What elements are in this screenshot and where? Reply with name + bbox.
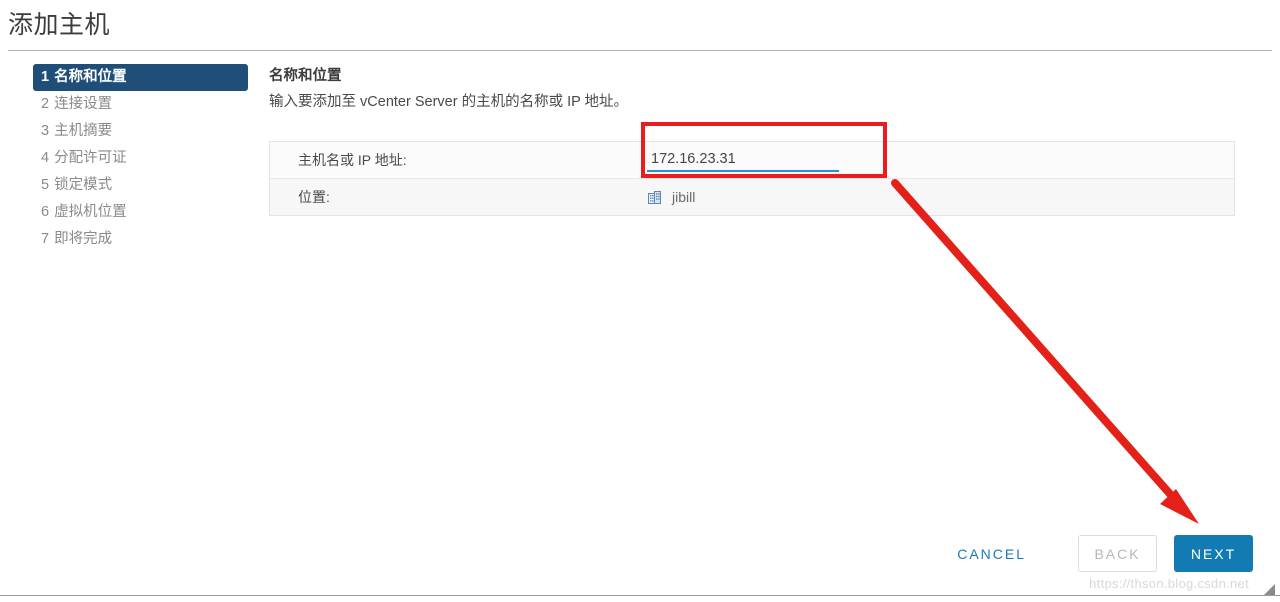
watermark-text: https://thson.blog.csdn.net	[1089, 576, 1249, 591]
location-value: jibill	[672, 189, 696, 205]
sidebar-item-host-summary[interactable]: 3 主机摘要	[33, 118, 248, 145]
location-value-cell: jibill	[405, 189, 1234, 205]
content-header: 名称和位置 输入要添加至 vCenter Server 的主机的名称或 IP 地…	[269, 66, 1236, 112]
back-button[interactable]: BACK	[1078, 535, 1157, 572]
hostname-input[interactable]	[647, 150, 839, 172]
step-label: 分配许可证	[54, 150, 127, 166]
content-title: 名称和位置	[269, 68, 342, 84]
hostname-label: 主机名或 IP 地址:	[298, 152, 407, 168]
location-label: 位置:	[298, 189, 330, 205]
next-button[interactable]: NEXT	[1174, 535, 1253, 572]
sidebar-item-assign-license[interactable]: 4 分配许可证	[33, 145, 248, 172]
sidebar-item-name-and-location[interactable]: 1 名称和位置	[33, 64, 248, 91]
form-row-hostname: 主机名或 IP 地址:	[270, 142, 1234, 179]
wizard-step-list: 1 名称和位置 2 连接设置 3 主机摘要 4 分配许可证 5 锁定模式 6 虚拟机位置 7…	[33, 64, 248, 253]
step-number: 2	[41, 96, 50, 112]
step-label: 即将完成	[54, 231, 113, 247]
step-label: 主机摘要	[54, 123, 113, 139]
wizard-footer: CANCEL BACK NEXT	[943, 535, 1253, 572]
step-label: 锁定模式	[54, 177, 113, 193]
header-divider	[8, 50, 1272, 51]
host-form-panel: 主机名或 IP 地址: 位置:	[269, 141, 1235, 216]
content-description: 输入要添加至 vCenter Server 的主机的名称或 IP 地址。	[269, 94, 629, 110]
hostname-value-cell	[405, 149, 1234, 172]
datacenter-icon	[647, 190, 663, 206]
step-number: 5	[41, 177, 50, 193]
cancel-button[interactable]: CANCEL	[943, 536, 1040, 572]
sidebar-item-connection-settings[interactable]: 2 连接设置	[33, 91, 248, 118]
step-label: 虚拟机位置	[54, 204, 127, 220]
page-title: 添加主机	[8, 11, 111, 39]
step-number: 4	[41, 150, 50, 166]
resize-cursor-icon	[1264, 584, 1275, 595]
footer-divider	[0, 595, 1280, 596]
form-row-location: 位置: jibill	[270, 179, 1234, 215]
sidebar-item-vm-location[interactable]: 6 虚拟机位置	[33, 199, 248, 226]
sidebar-item-ready-to-complete[interactable]: 7 即将完成	[33, 226, 248, 253]
step-number: 1	[41, 69, 50, 85]
step-number: 7	[41, 231, 50, 247]
step-label: 名称和位置	[54, 69, 127, 85]
step-label: 连接设置	[54, 96, 113, 112]
sidebar-item-lockdown-mode[interactable]: 5 锁定模式	[33, 172, 248, 199]
step-number: 6	[41, 204, 50, 220]
step-number: 3	[41, 123, 50, 139]
